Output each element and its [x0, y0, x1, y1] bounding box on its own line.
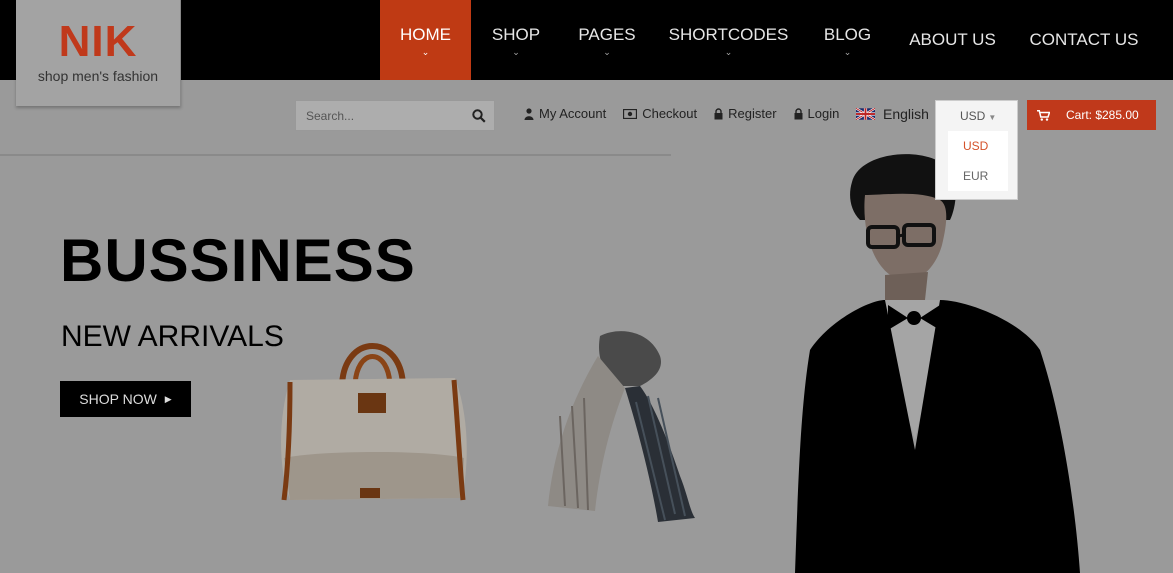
login-link[interactable]: Login [794, 106, 840, 121]
chevron-down-icon: ⌄ [421, 46, 430, 57]
login-label: Login [807, 106, 840, 121]
nav-item-label: SHOP [491, 24, 541, 44]
main-nav: HOME ⌄ SHOP ⌄ PAGES ⌄ SHORTCODES ⌄ BLOG … [380, 0, 1154, 80]
caret-right-icon: ▶ [164, 393, 172, 404]
chevron-down-icon: ⌄ [512, 46, 520, 57]
currency-selected-label: USD [960, 109, 986, 123]
shopping-cart-icon [1037, 109, 1050, 121]
nav-item-shortcodes[interactable]: SHORTCODES ⌄ [653, 0, 804, 80]
my-account-link[interactable]: My Account [524, 106, 606, 121]
search-icon[interactable] [472, 109, 486, 123]
my-account-label: My Account [539, 106, 607, 121]
nav-item-label: HOME [400, 24, 451, 44]
currency-dropdown: USD ▼ USD EUR [935, 100, 1018, 200]
nav-item-label: ABOUT US [909, 30, 996, 49]
nav-item-about-us[interactable]: ABOUT US [891, 0, 1014, 80]
hero-model-image [795, 154, 1080, 573]
cart-total-label: Cart: $285.00 [1066, 108, 1139, 122]
account-links: My Account Checkout Register Login [524, 106, 856, 121]
shop-now-button[interactable]: SHOP NOW ▶ [60, 381, 191, 417]
chevron-down-icon: ⌄ [843, 46, 852, 57]
shop-now-label: SHOP NOW [79, 391, 157, 407]
brand-tagline: shop men's fashion [37, 68, 159, 84]
search-box [295, 100, 495, 131]
chevron-down-icon: ⌄ [603, 46, 611, 57]
nav-item-label: BLOG [823, 24, 872, 44]
uk-flag-icon [856, 108, 875, 120]
lock-icon [794, 107, 803, 119]
nav-item-contact-us[interactable]: CONTACT US [1014, 0, 1154, 80]
checkout-link[interactable]: Checkout [623, 106, 697, 121]
register-link[interactable]: Register [714, 106, 777, 121]
money-icon [623, 108, 638, 119]
search-input[interactable] [296, 101, 466, 130]
cart-button[interactable]: Cart: $285.00 [1027, 100, 1156, 130]
nav-item-shop[interactable]: SHOP ⌄ [471, 0, 561, 80]
product-image-scarf [548, 331, 695, 522]
user-icon [524, 107, 534, 120]
lock-icon [714, 107, 723, 119]
nav-item-pages[interactable]: PAGES ⌄ [561, 0, 653, 80]
language-selector[interactable]: English [856, 106, 929, 122]
nav-item-label: SHORTCODES [668, 24, 789, 44]
nav-item-blog[interactable]: BLOG ⌄ [804, 0, 891, 80]
nav-item-home[interactable]: HOME ⌄ [380, 0, 471, 80]
currency-menu: USD EUR [948, 131, 1008, 191]
chevron-down-icon: ⌄ [724, 46, 733, 57]
brand-logo[interactable]: NIK shop men's fashion [16, 0, 181, 106]
currency-option-eur[interactable]: EUR [948, 161, 1008, 191]
subbar-divider [0, 154, 671, 156]
hero-subtitle: NEW ARRIVALS [61, 320, 284, 353]
nav-item-label: PAGES [578, 24, 636, 44]
currency-selector[interactable]: USD ▼ [936, 101, 1017, 131]
register-label: Register [728, 106, 777, 121]
caret-down-icon: ▼ [988, 113, 997, 122]
nav-item-label: CONTACT US [1029, 30, 1139, 49]
checkout-label: Checkout [642, 106, 698, 121]
currency-option-usd[interactable]: USD [948, 131, 1008, 161]
brand-name: NIK [58, 17, 138, 66]
language-label: English [883, 106, 929, 122]
hero-title: BUSSINESS [60, 227, 416, 294]
product-image-bag [281, 343, 467, 501]
